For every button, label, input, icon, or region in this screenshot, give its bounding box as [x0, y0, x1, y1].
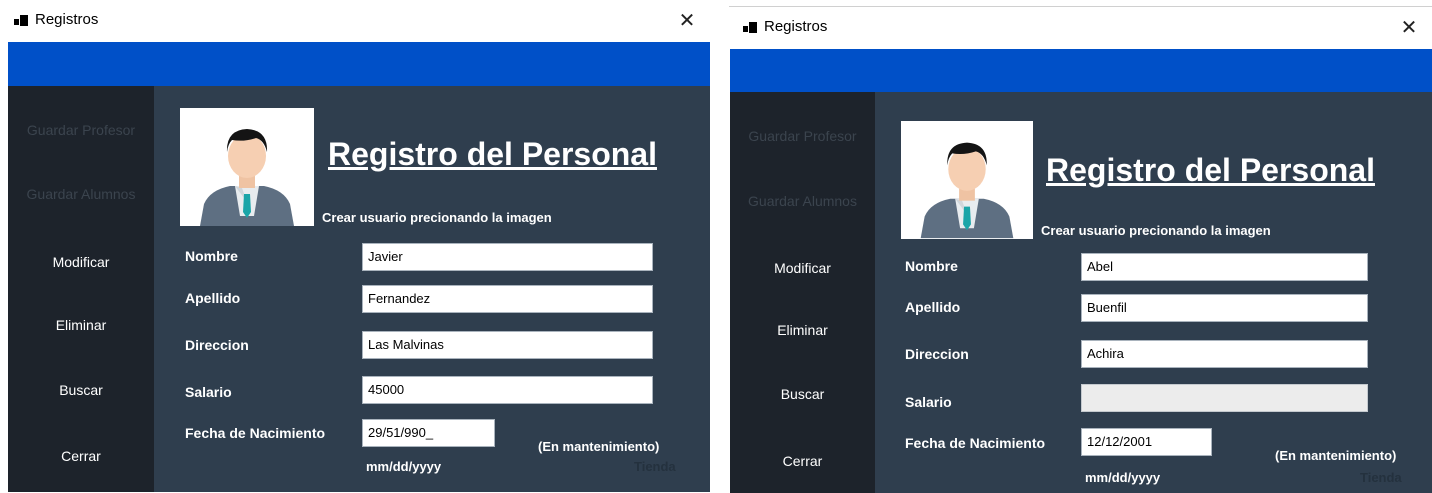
maintenance-label: (En mantenimiento) [538, 439, 660, 454]
tienda-button[interactable]: Tienda [634, 459, 676, 474]
window-title: Registros [35, 11, 99, 28]
maintenance-label: (En mantenimiento) [1275, 448, 1397, 463]
direccion-label: Direccion [905, 346, 969, 362]
direccion-field[interactable]: Achira [1081, 340, 1368, 368]
eliminar-button[interactable]: Eliminar [8, 317, 154, 333]
direccion-field[interactable]: Las Malvinas [362, 331, 653, 359]
date-format-hint: mm/dd/yyyy [1085, 470, 1161, 485]
window-title: Registros [764, 18, 828, 35]
guardar-profesor-button[interactable]: Guardar Profesor [730, 128, 875, 144]
modificar-button[interactable]: Modificar [8, 254, 154, 270]
fecha-nacimiento-field[interactable]: 12/12/2001 [1081, 428, 1212, 456]
header-bar [730, 49, 1432, 92]
cerrar-button[interactable]: Cerrar [8, 448, 154, 464]
guardar-alumnos-button[interactable]: Guardar Alumnos [730, 193, 875, 209]
main-panel: Registro del Personal Crear usuario prec… [875, 92, 1432, 493]
app-icon [14, 14, 28, 26]
page-title: Registro del Personal [328, 136, 657, 172]
sidebar: Guardar Profesor Guardar Alumnos Modific… [730, 92, 875, 493]
salario-label: Salario [905, 394, 952, 410]
create-user-hint: Crear usuario precionando la imagen [1041, 223, 1271, 238]
sidebar: Guardar Profesor Guardar Alumnos Modific… [8, 86, 154, 492]
salario-field[interactable]: 45000 [362, 376, 653, 404]
create-user-hint: Crear usuario precionando la imagen [322, 210, 552, 225]
apellido-label: Apellido [185, 290, 241, 306]
salario-field[interactable] [1081, 384, 1368, 412]
user-avatar-icon[interactable] [180, 108, 314, 226]
main-panel: Registro del Personal Crear usuario prec… [154, 86, 710, 492]
direccion-label: Direccion [185, 337, 249, 353]
app-icon [743, 21, 757, 33]
fecha-nacimiento-label: Fecha de Nacimiento [185, 425, 326, 441]
nombre-label: Nombre [905, 258, 958, 274]
modificar-button[interactable]: Modificar [730, 260, 875, 276]
close-icon[interactable]: ✕ [672, 6, 702, 36]
registros-window-1: Registros ✕ Guardar Profesor Guardar Alu… [0, 0, 710, 492]
buscar-button[interactable]: Buscar [730, 386, 875, 402]
eliminar-button[interactable]: Eliminar [730, 322, 875, 338]
nombre-field[interactable]: Abel [1081, 253, 1368, 281]
title-bar[interactable]: Registros ✕ [729, 7, 1432, 49]
registros-window-2: Registros ✕ Guardar Profesor Guardar Alu… [729, 6, 1432, 493]
fecha-nacimiento-label: Fecha de Nacimiento [905, 435, 1046, 451]
nombre-label: Nombre [185, 248, 238, 264]
header-bar [8, 42, 710, 86]
guardar-alumnos-button[interactable]: Guardar Alumnos [8, 186, 154, 202]
apellido-label: Apellido [905, 299, 961, 315]
title-bar[interactable]: Registros ✕ [0, 0, 710, 42]
user-avatar-icon[interactable] [901, 121, 1033, 239]
nombre-field[interactable]: Javier [362, 243, 653, 271]
date-format-hint: mm/dd/yyyy [366, 459, 442, 474]
apellido-field[interactable]: Fernandez [362, 285, 653, 313]
guardar-profesor-button[interactable]: Guardar Profesor [8, 122, 154, 138]
salario-label: Salario [185, 384, 232, 400]
buscar-button[interactable]: Buscar [8, 382, 154, 398]
close-icon[interactable]: ✕ [1394, 13, 1424, 43]
tienda-button[interactable]: Tienda [1360, 470, 1402, 485]
cerrar-button[interactable]: Cerrar [730, 453, 875, 469]
fecha-nacimiento-field[interactable]: 29/51/990_ [362, 419, 495, 447]
page-title: Registro del Personal [1046, 152, 1375, 188]
apellido-field[interactable]: Buenfil [1081, 294, 1368, 322]
